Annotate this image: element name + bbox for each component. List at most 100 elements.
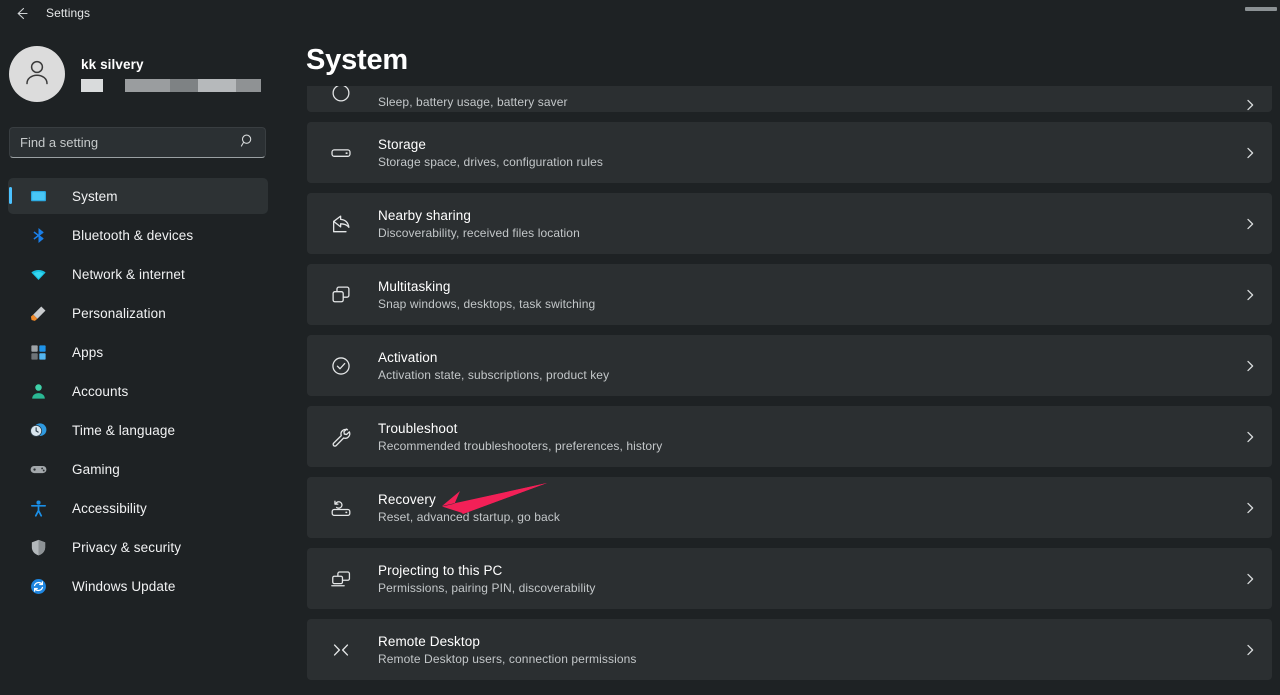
share-icon <box>329 212 353 236</box>
settings-row-text: StorageStorage space, drives, configurat… <box>378 136 1230 170</box>
redaction-block <box>236 79 261 92</box>
chevron-right-icon[interactable] <box>1230 501 1270 515</box>
sidebar-item-label: Gaming <box>72 462 120 477</box>
redaction-block <box>81 79 103 92</box>
sidebar-item-apps[interactable]: Apps <box>8 334 268 370</box>
settings-row-recovery[interactable]: RecoveryReset, advanced startup, go back <box>307 477 1272 538</box>
chevron-right-icon[interactable] <box>1230 98 1270 112</box>
settings-row-nearby-sharing[interactable]: Nearby sharingDiscoverability, received … <box>307 193 1272 254</box>
settings-row-title: Multitasking <box>378 278 1230 295</box>
sidebar-item-label: Bluetooth & devices <box>72 228 193 243</box>
sidebar-item-system[interactable]: System <box>8 178 268 214</box>
minimize-icon[interactable] <box>1245 7 1277 11</box>
settings-row-text: Remote DesktopRemote Desktop users, conn… <box>378 633 1230 667</box>
settings-row-subtitle: Reset, advanced startup, go back <box>378 509 1230 525</box>
search-icon[interactable] <box>240 133 255 153</box>
bluetooth-icon <box>28 225 48 245</box>
settings-list: Sleep, battery usage, battery saver Stora… <box>300 82 1280 690</box>
redaction-block <box>198 79 236 92</box>
settings-row-title: Storage <box>378 136 1230 153</box>
sidebar-item-label: System <box>72 189 118 204</box>
multitasking-windows-icon <box>329 283 353 307</box>
settings-row-text: Sleep, battery usage, battery saver <box>378 93 1230 112</box>
settings-row-text: TroubleshootRecommended troubleshooters,… <box>378 420 1230 454</box>
person-icon <box>28 381 48 401</box>
clock-globe-icon <box>28 420 48 440</box>
settings-row-subtitle: Snap windows, desktops, task switching <box>378 296 1230 312</box>
settings-row-text: ActivationActivation state, subscription… <box>378 349 1230 383</box>
update-refresh-icon <box>28 576 48 596</box>
shield-icon <box>28 537 48 557</box>
recovery-drive-icon <box>329 496 353 520</box>
page-title: System <box>306 44 408 77</box>
storage-drive-icon <box>329 141 353 165</box>
header-mask <box>300 26 1280 86</box>
settings-row-troubleshoot[interactable]: TroubleshootRecommended troubleshooters,… <box>307 406 1272 467</box>
remote-desktop-icon <box>329 638 353 662</box>
settings-row-activation[interactable]: ActivationActivation state, subscription… <box>307 335 1272 396</box>
main-content: Sleep, battery usage, battery saver Stora… <box>300 26 1280 695</box>
wifi-icon <box>28 264 48 284</box>
settings-row-title: Projecting to this PC <box>378 562 1230 579</box>
sidebar-item-time-language[interactable]: Time & language <box>8 412 268 448</box>
settings-row-subtitle: Discoverability, received files location <box>378 225 1230 241</box>
chevron-right-icon[interactable] <box>1230 643 1270 657</box>
sidebar-item-accessibility[interactable]: Accessibility <box>8 490 268 526</box>
sidebar-item-personalization[interactable]: Personalization <box>8 295 268 331</box>
chevron-right-icon[interactable] <box>1230 146 1270 160</box>
settings-row-title: Nearby sharing <box>378 207 1230 224</box>
sidebar-item-label: Accounts <box>72 384 128 399</box>
window-title: Settings <box>46 6 90 20</box>
sidebar-item-gaming[interactable]: Gaming <box>8 451 268 487</box>
paintbrush-icon <box>28 303 48 323</box>
projecting-screens-icon <box>329 567 353 591</box>
redaction-block <box>103 79 125 92</box>
settings-row-subtitle: Sleep, battery usage, battery saver <box>378 94 1230 110</box>
check-circle-icon <box>329 354 353 378</box>
chevron-right-icon[interactable] <box>1230 359 1270 373</box>
settings-row-title: Troubleshoot <box>378 420 1230 437</box>
user-avatar-icon <box>20 55 54 94</box>
settings-row-title: Remote Desktop <box>378 633 1230 650</box>
settings-row-projecting-to-this-pc[interactable]: Projecting to this PCPermissions, pairin… <box>307 548 1272 609</box>
chevron-right-icon[interactable] <box>1230 572 1270 586</box>
search-input[interactable] <box>20 135 240 150</box>
settings-row-storage[interactable]: StorageStorage space, drives, configurat… <box>307 122 1272 183</box>
sidebar-item-label: Apps <box>72 345 103 360</box>
settings-row-text: Nearby sharingDiscoverability, received … <box>378 207 1230 241</box>
sidebar-item-label: Time & language <box>72 423 175 438</box>
redaction-block <box>125 79 170 92</box>
profile-section[interactable]: kk silvery <box>9 46 261 102</box>
avatar <box>9 46 65 102</box>
gamepad-icon <box>28 459 48 479</box>
wrench-icon <box>329 425 353 449</box>
settings-row-power-battery[interactable]: Sleep, battery usage, battery saver <box>307 82 1272 112</box>
monitor-icon <box>28 186 48 206</box>
chevron-right-icon[interactable] <box>1230 288 1270 302</box>
settings-row-subtitle: Permissions, pairing PIN, discoverabilit… <box>378 580 1230 596</box>
settings-row-subtitle: Recommended troubleshooters, preferences… <box>378 438 1230 454</box>
sidebar-item-privacy-security[interactable]: Privacy & security <box>8 529 268 565</box>
sidebar-item-label: Network & internet <box>72 267 185 282</box>
settings-row-text: Projecting to this PCPermissions, pairin… <box>378 562 1230 596</box>
sidebar-item-network-internet[interactable]: Network & internet <box>8 256 268 292</box>
settings-row-remote-desktop[interactable]: Remote DesktopRemote Desktop users, conn… <box>307 619 1272 680</box>
redaction-block <box>170 79 198 92</box>
apps-grid-icon <box>28 342 48 362</box>
search-box[interactable] <box>9 127 266 158</box>
battery-circle-icon <box>329 82 353 112</box>
settings-row-subtitle: Activation state, subscriptions, product… <box>378 367 1230 383</box>
settings-row-multitasking[interactable]: MultitaskingSnap windows, desktops, task… <box>307 264 1272 325</box>
sidebar-item-label: Privacy & security <box>72 540 181 555</box>
back-button[interactable] <box>6 0 36 26</box>
chevron-right-icon[interactable] <box>1230 430 1270 444</box>
sidebar-item-windows-update[interactable]: Windows Update <box>8 568 268 604</box>
selection-indicator <box>9 187 12 204</box>
profile-name: kk silvery <box>81 57 261 72</box>
profile-email-redacted <box>81 79 261 92</box>
chevron-right-icon[interactable] <box>1230 217 1270 231</box>
title-bar: Settings <box>0 0 1280 26</box>
settings-row-text: MultitaskingSnap windows, desktops, task… <box>378 278 1230 312</box>
sidebar-item-bluetooth-devices[interactable]: Bluetooth & devices <box>8 217 268 253</box>
sidebar-item-accounts[interactable]: Accounts <box>8 373 268 409</box>
